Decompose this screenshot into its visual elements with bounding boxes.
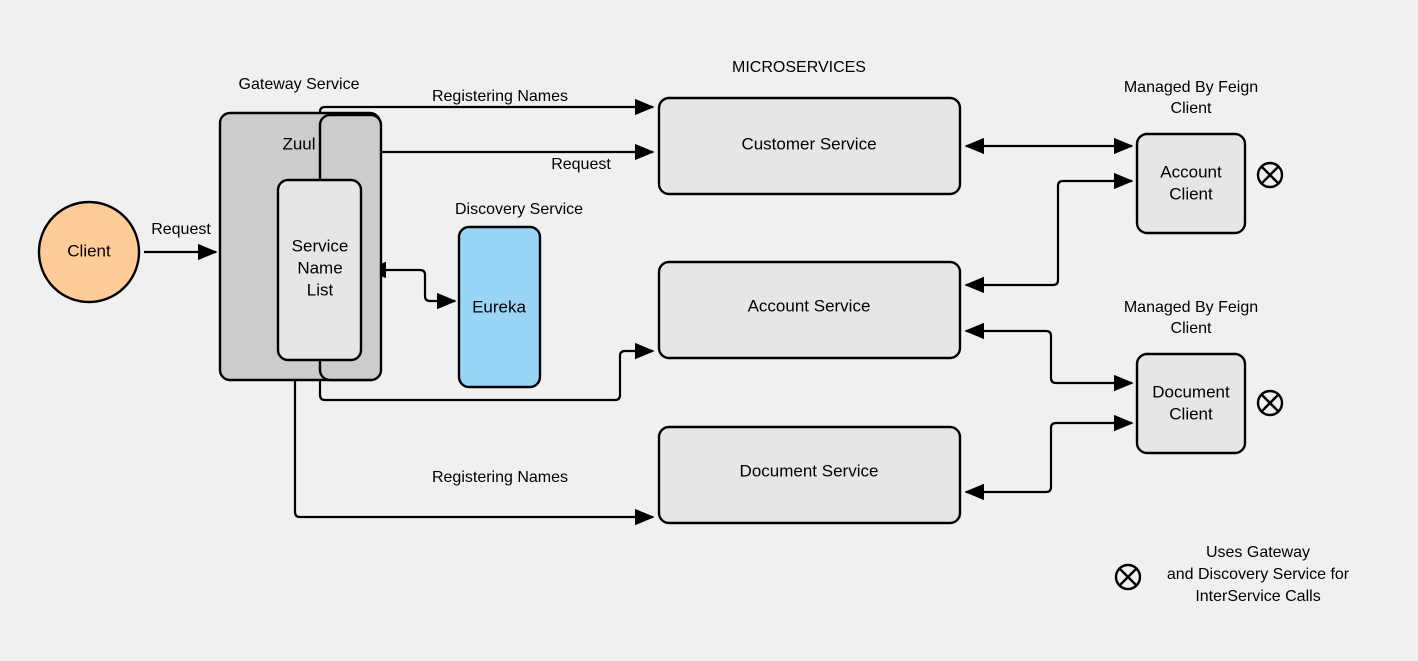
service-name-list-line3: List — [307, 280, 334, 299]
diagram-canvas: Client Zuul Service Name List Eureka Cus… — [0, 0, 1418, 661]
edge-account-service-to-document-client — [964, 322, 1134, 392]
circled-x-icon-account-client — [1256, 161, 1284, 189]
circled-x-icon-legend — [1114, 563, 1142, 591]
account-service-label: Account Service — [748, 296, 871, 315]
managed-by-feign-client-top-line2: Client — [1171, 100, 1212, 117]
edge-account-service-to-account-client — [964, 172, 1134, 294]
legend-line3: InterService Calls — [1195, 588, 1320, 605]
customer-service-label: Customer Service — [741, 134, 876, 153]
document-client-line1: Document — [1152, 382, 1230, 401]
managed-by-feign-client-top-line1: Managed By Feign — [1124, 79, 1258, 96]
discovery-service-caption: Discovery Service — [455, 201, 583, 218]
architecture-diagram: Client Zuul Service Name List Eureka Cus… — [37, 59, 1350, 605]
zuul-label: Zuul — [282, 134, 315, 153]
client-label: Client — [67, 241, 111, 260]
service-name-list-line2: Name — [297, 258, 342, 277]
eureka-label: Eureka — [472, 297, 526, 316]
gateway-service-caption: Gateway Service — [239, 76, 360, 93]
legend-line1: Uses Gateway — [1206, 544, 1310, 561]
legend: Uses Gateway and Discovery Service for I… — [1114, 544, 1350, 605]
managed-by-feign-client-bottom-line2: Client — [1171, 320, 1212, 337]
circled-x-icon-document-client — [1256, 389, 1284, 417]
edge-label-client-request: Request — [151, 221, 211, 238]
document-service-label: Document Service — [740, 461, 879, 480]
account-client-line2: Client — [1169, 184, 1213, 203]
edge-label-registering-names-bottom: Registering Names — [432, 469, 568, 486]
account-client-line1: Account — [1160, 162, 1222, 181]
edge-label-request-customer: Request — [551, 156, 611, 173]
edge-label-registering-names-top: Registering Names — [432, 88, 568, 105]
managed-by-feign-client-bottom-line1: Managed By Feign — [1124, 299, 1258, 316]
document-client-line2: Client — [1169, 404, 1213, 423]
microservices-caption: MICROSERVICES — [732, 59, 866, 76]
edge-document-service-to-document-client — [964, 414, 1134, 501]
legend-line2: and Discovery Service for — [1167, 566, 1350, 583]
service-name-list-line1: Service — [292, 236, 349, 255]
